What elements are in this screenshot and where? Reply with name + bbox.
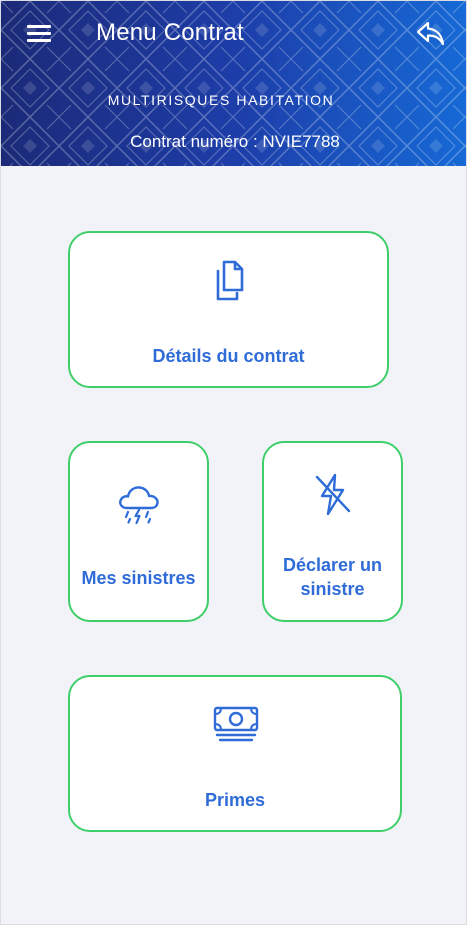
banknotes-icon: [212, 704, 260, 749]
declare-claim-button[interactable]: Déclarer un sinistre: [262, 441, 403, 622]
menu-icon-bar: [27, 32, 51, 35]
premiums-button[interactable]: Primes: [68, 675, 402, 832]
menu-icon-bar: [27, 39, 51, 42]
product-name: MULTIRISQUES HABITATION: [107, 92, 335, 108]
declare-claim-label: Déclarer un sinistre: [264, 553, 401, 601]
contract-number: Contrat numéro : NVIE7788: [130, 132, 340, 151]
my-claims-label: Mes sinistres: [81, 568, 196, 588]
my-claims-button[interactable]: Mes sinistres: [68, 441, 209, 622]
back-reply-icon[interactable]: [415, 19, 447, 49]
lightning-off-icon: [313, 471, 353, 524]
declare-claim-label-line1: Déclarer un: [282, 555, 383, 575]
page-title: Menu Contrat: [96, 19, 244, 46]
storm-cloud-icon: [116, 481, 162, 532]
contract-details-button[interactable]: Détails du contrat: [68, 231, 389, 388]
menu-icon[interactable]: [27, 23, 53, 43]
documents-icon: [211, 259, 251, 310]
declare-claim-label-line2: sinistre: [300, 579, 365, 599]
contract-details-label: Détails du contrat: [152, 346, 305, 366]
menu-icon-bar: [27, 25, 51, 28]
app-screen: Menu Contrat MULTIRISQUES HABITATION Con…: [0, 0, 467, 925]
premiums-label: Primes: [204, 790, 266, 810]
app-header: Menu Contrat MULTIRISQUES HABITATION Con…: [1, 1, 466, 166]
